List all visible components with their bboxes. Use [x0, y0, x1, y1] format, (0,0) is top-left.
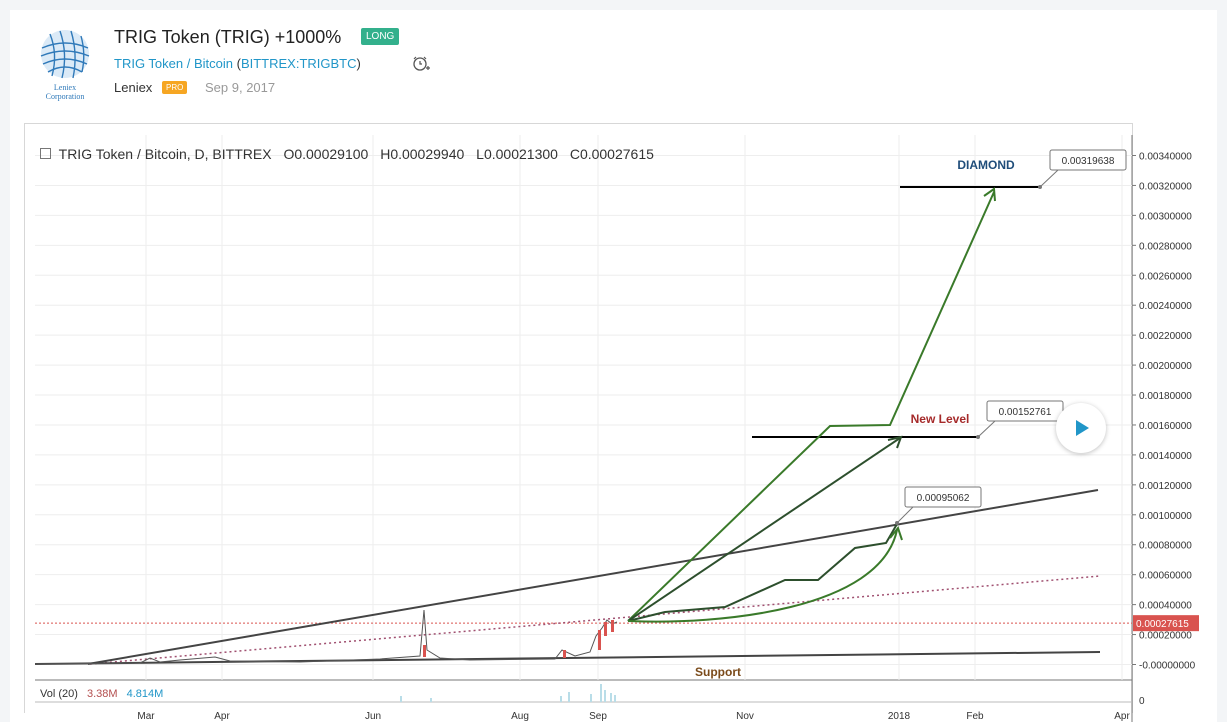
y-tick-label: 0.00280000	[1139, 241, 1192, 252]
arrow-curve	[627, 529, 898, 623]
y-tick-label: 0.00020000	[1139, 631, 1192, 642]
y-tick-label: 0.00220000	[1139, 331, 1192, 342]
close-price-text: 0.00027615	[1136, 619, 1189, 630]
chart-legend: TRIG Token / Bitcoin, D, BITTREX O0.0002…	[40, 146, 662, 162]
price-line	[34, 609, 618, 665]
new-level-label: New Level	[911, 412, 970, 426]
volume-bar	[610, 693, 612, 702]
y-tick-label: 0.00140000	[1139, 451, 1192, 462]
y-tick-label: 0.00240000	[1139, 301, 1192, 312]
dotted-trendline	[89, 575, 1101, 665]
y-tick-label: 0.00300000	[1139, 211, 1192, 222]
x-tick-label: Feb	[966, 711, 984, 722]
arrow-diamond	[627, 191, 995, 622]
y-tick-label: 0.00080000	[1139, 541, 1192, 552]
y-tick-label: 0.00200000	[1139, 361, 1192, 372]
x-tick-label: Nov	[736, 711, 754, 722]
y-tick-label: 0.00040000	[1139, 601, 1192, 612]
candle	[598, 630, 601, 650]
volume-bar	[590, 694, 592, 702]
y-tick-label: 0.00320000	[1139, 181, 1192, 192]
legend-open: O0.00029100	[283, 146, 369, 162]
x-tick-label: Apr	[214, 711, 230, 722]
candle	[423, 645, 426, 657]
y-tick-label: 0.00180000	[1139, 391, 1192, 402]
y-tick-label: 0.00260000	[1139, 271, 1192, 282]
volume-axis-label: 0	[1139, 696, 1145, 707]
x-tick-label: Aug	[511, 711, 529, 722]
y-tick-label: -0.00000000	[1139, 661, 1196, 672]
price-callout-text: 0.00152761	[999, 407, 1052, 418]
play-button[interactable]	[1056, 403, 1106, 453]
volume-bar	[568, 692, 570, 702]
x-tick-label: Mar	[137, 711, 155, 722]
volume-legend: Vol (20) 3.38M 4.814M	[40, 688, 163, 700]
candle	[611, 620, 614, 632]
legend-symbol: TRIG Token / Bitcoin, D, BITTREX	[58, 146, 272, 162]
y-tick-label: 0.00160000	[1139, 421, 1192, 432]
volume-bar	[600, 684, 602, 702]
arrow-new-level	[627, 437, 901, 622]
volume-bar	[614, 695, 616, 702]
support-line	[34, 651, 1101, 665]
diamond-label: DIAMOND	[957, 158, 1015, 172]
candle	[563, 650, 566, 658]
resistance-trendline	[87, 489, 1099, 665]
volume-label: Vol (20)	[40, 688, 78, 700]
volume-bar	[604, 690, 606, 702]
x-tick-label: 2018	[888, 711, 911, 722]
y-tick-label: 0.00340000	[1139, 152, 1192, 163]
volume-bar	[560, 696, 562, 702]
legend-low: L0.00021300	[476, 146, 558, 162]
price-callout-dot	[976, 435, 980, 439]
price-callout-dot	[895, 521, 899, 525]
y-tick-label: 0.00100000	[1139, 511, 1192, 522]
legend-high: H0.00029940	[380, 146, 465, 162]
x-tick-label: Sep	[589, 711, 607, 722]
price-chart[interactable]: 0.00340000 0.00320000 0.00300000 0.00280000…	[0, 0, 1227, 722]
price-callout-text: 0.00095062	[917, 493, 970, 504]
volume-value-2: 4.814M	[126, 688, 164, 700]
y-tick-label: 0.00060000	[1139, 571, 1192, 582]
volume-value-1: 3.38M	[86, 688, 118, 700]
collapse-icon[interactable]	[40, 147, 51, 159]
candle	[604, 622, 607, 636]
price-callout-dot	[1038, 185, 1042, 189]
volume-bar	[400, 696, 402, 702]
arrow-path-mid	[627, 523, 898, 622]
price-callout-pointer	[1039, 169, 1059, 188]
price-callout-text: 0.00319638	[1062, 156, 1115, 167]
volume-bar	[430, 698, 432, 702]
legend-close: C0.00027615	[569, 146, 654, 162]
y-tick-label: 0.00120000	[1139, 481, 1192, 492]
support-label: Support	[695, 665, 741, 679]
x-tick-label: Jun	[365, 711, 381, 722]
price-callout-pointer	[977, 420, 996, 438]
x-tick-label: Apr	[1114, 711, 1130, 722]
